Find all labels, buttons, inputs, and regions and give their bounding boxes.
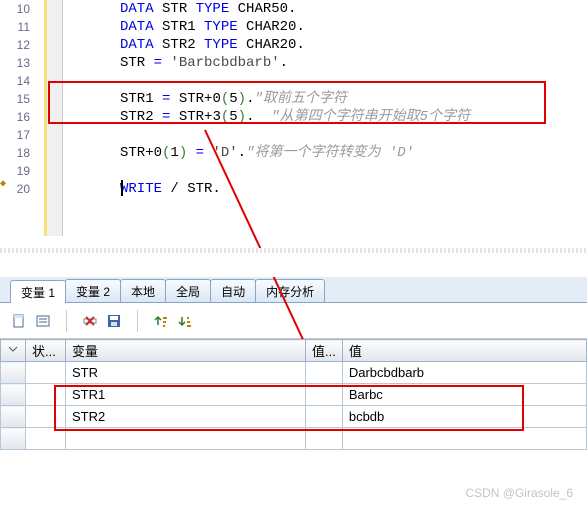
dropdown-icon	[7, 343, 19, 355]
toolbar-separator	[137, 310, 138, 332]
row-selector[interactable]	[1, 428, 26, 450]
table-row[interactable]: STR1 Barbc	[1, 384, 587, 406]
line-number: 10	[0, 0, 40, 18]
line-number: 11	[0, 18, 40, 36]
table-row[interactable]: STR Darbcbdbarb	[1, 362, 587, 384]
watermark: CSDN @Girasole_6	[465, 486, 573, 500]
code-text[interactable]	[40, 162, 587, 180]
editor-separator	[0, 248, 587, 277]
code-line[interactable]: 20WRITE / STR.	[0, 180, 587, 198]
code-text[interactable]: STR2 = STR+3(5). "从第四个字符串开始取5个字符	[40, 108, 587, 126]
row-selector[interactable]	[1, 406, 26, 428]
cell-value[interactable]: bcbdb	[342, 406, 586, 428]
cell-value-indicator	[306, 384, 343, 406]
tab-全局[interactable]: 全局	[165, 279, 211, 302]
code-text[interactable]	[40, 72, 587, 90]
variables-tabs: 变量 1变量 2本地全局自动内存分析	[0, 277, 587, 303]
cell-value[interactable]	[342, 428, 586, 450]
cell-state	[26, 362, 66, 384]
code-editor[interactable]: ◆ 10DATA STR TYPE CHAR50.11DATA STR1 TYP…	[0, 0, 587, 236]
code-text[interactable]: DATA STR TYPE CHAR50.	[40, 0, 587, 18]
cell-value-indicator	[306, 406, 343, 428]
cell-state	[26, 384, 66, 406]
row-selector[interactable]	[1, 362, 26, 384]
code-text[interactable]	[40, 126, 587, 144]
tab-变量 1[interactable]: 变量 1	[10, 280, 66, 303]
tab-本地[interactable]: 本地	[120, 279, 166, 302]
cell-state	[26, 428, 66, 450]
line-number: 18	[0, 144, 40, 162]
line-number: 16	[0, 108, 40, 126]
line-number: 17	[0, 126, 40, 144]
code-line[interactable]: 11DATA STR1 TYPE CHAR20.	[0, 18, 587, 36]
code-text[interactable]: DATA STR2 TYPE CHAR20.	[40, 36, 587, 54]
tab-内存分析[interactable]: 内存分析	[255, 279, 325, 302]
select-list-icon[interactable]	[32, 310, 54, 332]
code-line[interactable]: 13STR = 'Barbcbdbarb'.	[0, 54, 587, 72]
line-number: 12	[0, 36, 40, 54]
cell-variable[interactable]	[66, 428, 306, 450]
table-row[interactable]	[1, 428, 587, 450]
table-header-row: 状... 变量 值... 值	[1, 340, 587, 362]
cell-variable[interactable]: STR	[66, 362, 306, 384]
code-line[interactable]: 16STR2 = STR+3(5). "从第四个字符串开始取5个字符	[0, 108, 587, 126]
sort-asc-icon[interactable]	[150, 310, 172, 332]
line-number: 13	[0, 54, 40, 72]
line-number: 14	[0, 72, 40, 90]
code-line[interactable]: 10DATA STR TYPE CHAR50.	[0, 0, 587, 18]
code-text[interactable]: STR+0(1) = 'D'."将第一个字符转变为 'D'	[40, 144, 587, 162]
cell-value[interactable]: Darbcbdbarb	[342, 362, 586, 384]
code-line[interactable]: 15STR1 = STR+0(5)."取前五个字符	[0, 90, 587, 108]
variables-table[interactable]: 状... 变量 值... 值 STRDarbcbdbarbSTR1BarbcST…	[0, 339, 587, 450]
code-text[interactable]: STR1 = STR+0(5)."取前五个字符	[40, 90, 587, 108]
sort-desc-icon[interactable]	[174, 310, 196, 332]
cell-variable[interactable]: STR1	[66, 384, 306, 406]
change-marker-icon: ◆	[0, 178, 6, 190]
row-selector[interactable]	[1, 384, 26, 406]
code-text[interactable]: WRITE / STR.	[40, 180, 587, 198]
col-header-value[interactable]: 值	[342, 340, 586, 362]
cell-value-indicator	[306, 428, 343, 450]
col-header-value-short[interactable]: 值...	[306, 340, 343, 362]
col-header-variable[interactable]: 变量	[66, 340, 306, 362]
delete-row-icon[interactable]	[79, 310, 101, 332]
save-icon[interactable]	[103, 310, 125, 332]
row-selector-header[interactable]	[1, 340, 26, 362]
code-text[interactable]: STR = 'Barbcbdbarb'.	[40, 54, 587, 72]
text-cursor	[121, 180, 123, 196]
cell-state	[26, 406, 66, 428]
tab-自动[interactable]: 自动	[210, 279, 256, 302]
code-line[interactable]: 17	[0, 126, 587, 144]
code-text[interactable]: DATA STR1 TYPE CHAR20.	[40, 18, 587, 36]
code-line[interactable]: 14	[0, 72, 587, 90]
new-doc-icon[interactable]	[8, 310, 30, 332]
cell-variable[interactable]: STR2	[66, 406, 306, 428]
col-header-state[interactable]: 状...	[26, 340, 66, 362]
cell-value-indicator	[306, 362, 343, 384]
toolbar-separator	[66, 310, 67, 332]
variables-toolbar	[0, 303, 587, 339]
cell-value[interactable]: Barbc	[342, 384, 586, 406]
code-line[interactable]: 19	[0, 162, 587, 180]
line-number: 15	[0, 90, 40, 108]
tab-变量 2[interactable]: 变量 2	[65, 279, 121, 302]
code-line[interactable]: 18STR+0(1) = 'D'."将第一个字符转变为 'D'	[0, 144, 587, 162]
code-line[interactable]: 12DATA STR2 TYPE CHAR20.	[0, 36, 587, 54]
table-row[interactable]: STR2 bcbdb	[1, 406, 587, 428]
